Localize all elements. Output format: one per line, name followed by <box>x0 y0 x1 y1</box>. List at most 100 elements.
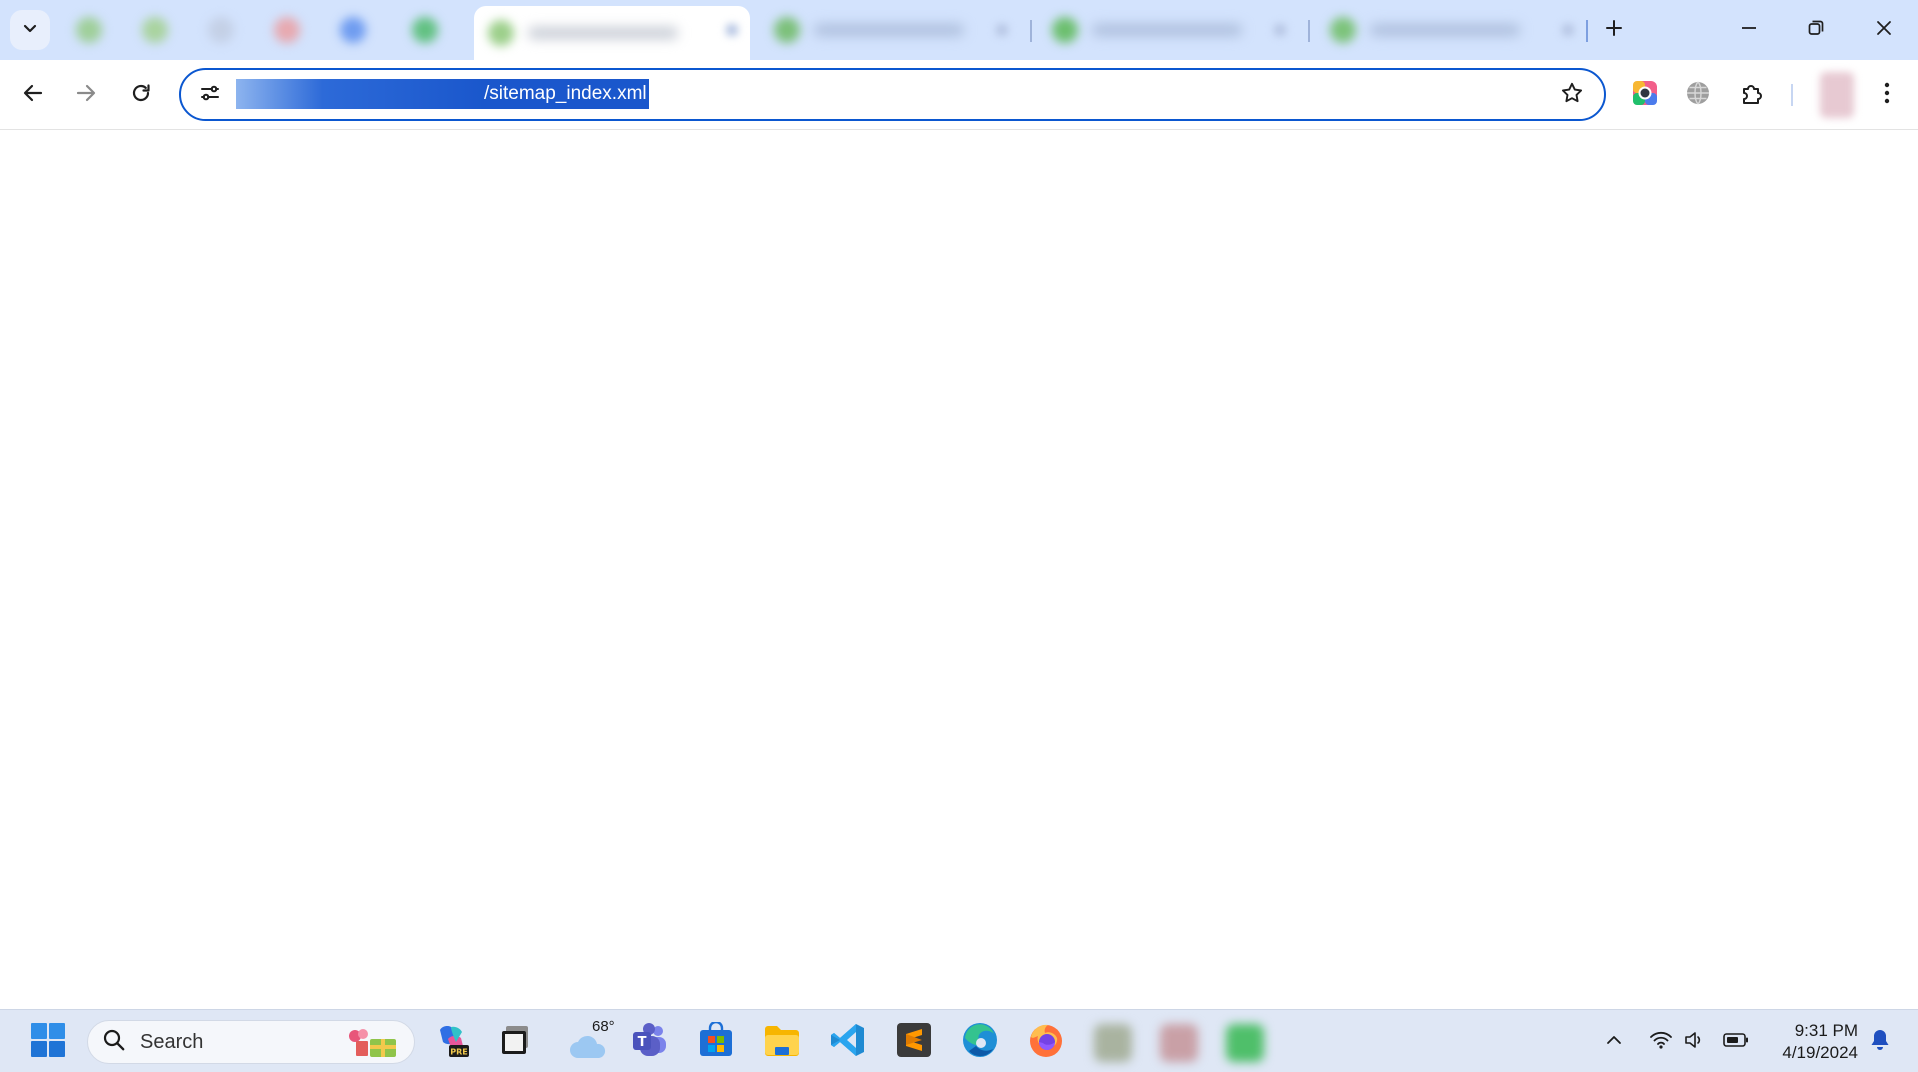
tab-favicon <box>274 17 300 43</box>
extension-colorpicker[interactable] <box>1627 77 1663 113</box>
tab-favicon <box>208 17 234 43</box>
minimize-button[interactable] <box>1721 8 1777 52</box>
close-icon[interactable] <box>1274 24 1286 36</box>
battery-button[interactable] <box>1722 1028 1750 1056</box>
url-field[interactable]: /sitemap_index.xml <box>236 79 649 109</box>
tab-title <box>1092 24 1242 36</box>
notifications-button[interactable] <box>1866 1028 1894 1056</box>
tab-2[interactable] <box>128 6 188 54</box>
url-host-redacted <box>236 79 484 109</box>
tab-favicon <box>76 17 102 43</box>
forward-button[interactable] <box>66 75 106 115</box>
taskbar-sublime[interactable] <box>892 1020 936 1064</box>
store-icon <box>698 1020 734 1063</box>
firefox-icon <box>1027 1021 1065 1064</box>
close-icon <box>1875 19 1893 42</box>
close-icon[interactable] <box>996 24 1008 36</box>
tab-favicon <box>774 17 800 43</box>
tab-3[interactable] <box>194 6 254 54</box>
taskbar-app-blurred[interactable] <box>1160 1024 1198 1062</box>
close-icon[interactable] <box>726 24 738 36</box>
star-icon <box>1560 81 1584 110</box>
tab-divider <box>1586 20 1588 42</box>
reload-button[interactable] <box>121 75 161 115</box>
tab-4[interactable] <box>260 6 320 54</box>
tab-search-button[interactable] <box>10 10 50 50</box>
extensions-button[interactable] <box>1735 77 1771 113</box>
taskbar: Search PRE 68° T 9:31 PM 4/19/2024 <box>0 1009 1918 1072</box>
restore-button[interactable] <box>1788 8 1844 52</box>
taskbar-store[interactable] <box>694 1020 738 1064</box>
taskbar-file-explorer[interactable] <box>760 1020 804 1064</box>
extension-globe[interactable] <box>1680 77 1716 113</box>
tab-divider <box>1308 20 1310 42</box>
taskbar-firefox[interactable] <box>1024 1020 1068 1064</box>
close-window-button[interactable] <box>1856 8 1912 52</box>
wifi-icon <box>1649 1030 1673 1055</box>
tab-5[interactable] <box>326 6 386 54</box>
taskbar-app-blurred[interactable] <box>1226 1024 1264 1062</box>
taskbar-clock[interactable]: 9:31 PM 4/19/2024 <box>1762 1020 1858 1064</box>
profile-avatar[interactable] <box>1820 72 1854 118</box>
clock-date: 4/19/2024 <box>1782 1043 1858 1062</box>
network-button[interactable] <box>1647 1028 1675 1056</box>
svg-text:T: T <box>638 1035 647 1050</box>
taskbar-weather[interactable]: 68° <box>562 1018 618 1064</box>
close-icon[interactable] <box>1562 24 1574 36</box>
vscode-icon <box>830 1022 866 1063</box>
taskbar-vscode[interactable] <box>826 1020 870 1064</box>
volume-button[interactable] <box>1681 1028 1709 1056</box>
more-vert-icon <box>1883 81 1891 110</box>
weather-temperature: 68° <box>590 1018 617 1035</box>
back-button[interactable] <box>13 75 53 115</box>
taskbar-edge[interactable] <box>958 1020 1002 1064</box>
taskbar-app-blurred[interactable] <box>1094 1024 1132 1062</box>
bell-icon <box>1869 1028 1891 1057</box>
tab-6[interactable] <box>398 6 458 54</box>
gift-icon <box>346 1027 400 1059</box>
address-bar[interactable]: /sitemap_index.xml <box>179 68 1606 121</box>
taskbar-teams[interactable]: T <box>628 1020 672 1064</box>
taskbar-terminal[interactable] <box>494 1020 538 1064</box>
start-button[interactable] <box>26 1020 70 1064</box>
tab-strip <box>0 0 1918 60</box>
sublime-text-icon <box>896 1022 932 1063</box>
color-wheel-icon <box>1632 80 1658 111</box>
site-info-button[interactable] <box>195 80 225 110</box>
tune-icon <box>199 82 221 109</box>
search-label: Search <box>140 1030 204 1053</box>
screen: /sitemap_index.xml Search PRE 68° T 9:31… <box>0 0 1918 1072</box>
tab-title <box>1370 24 1520 36</box>
browser-toolbar: /sitemap_index.xml <box>0 60 1918 130</box>
windows-logo-icon <box>30 1022 66 1063</box>
tab-favicon <box>142 17 168 43</box>
tab-favicon <box>1330 17 1356 43</box>
arrow-left-icon <box>22 82 44 109</box>
url-path: /sitemap_index.xml <box>484 79 649 109</box>
tab-1[interactable] <box>62 6 122 54</box>
tab-title <box>814 24 964 36</box>
battery-icon <box>1723 1032 1749 1053</box>
tab-favicon <box>1052 17 1078 43</box>
tab-8[interactable] <box>760 6 1020 54</box>
tab-10[interactable] <box>1316 6 1586 54</box>
minimize-icon <box>1740 19 1758 42</box>
weather-icon: 68° <box>568 1018 617 1060</box>
svg-text:PRE: PRE <box>450 1047 468 1056</box>
tab-favicon <box>412 17 438 43</box>
show-hidden-icons-button[interactable] <box>1600 1028 1628 1056</box>
taskbar-copilot[interactable]: PRE <box>430 1020 474 1064</box>
tab-divider <box>1030 20 1032 42</box>
tab-active[interactable] <box>474 6 750 60</box>
folder-icon <box>763 1023 801 1062</box>
plus-icon <box>1604 18 1624 43</box>
menu-button[interactable] <box>1869 77 1905 113</box>
search-icon <box>102 1028 126 1057</box>
bookmark-button[interactable] <box>1554 77 1590 113</box>
new-tab-button[interactable] <box>1596 12 1632 48</box>
globe-icon <box>1685 80 1711 111</box>
tab-9[interactable] <box>1038 6 1298 54</box>
copilot-icon: PRE <box>434 1022 470 1063</box>
chevron-down-icon <box>22 20 38 41</box>
taskbar-search[interactable]: Search <box>87 1020 415 1064</box>
